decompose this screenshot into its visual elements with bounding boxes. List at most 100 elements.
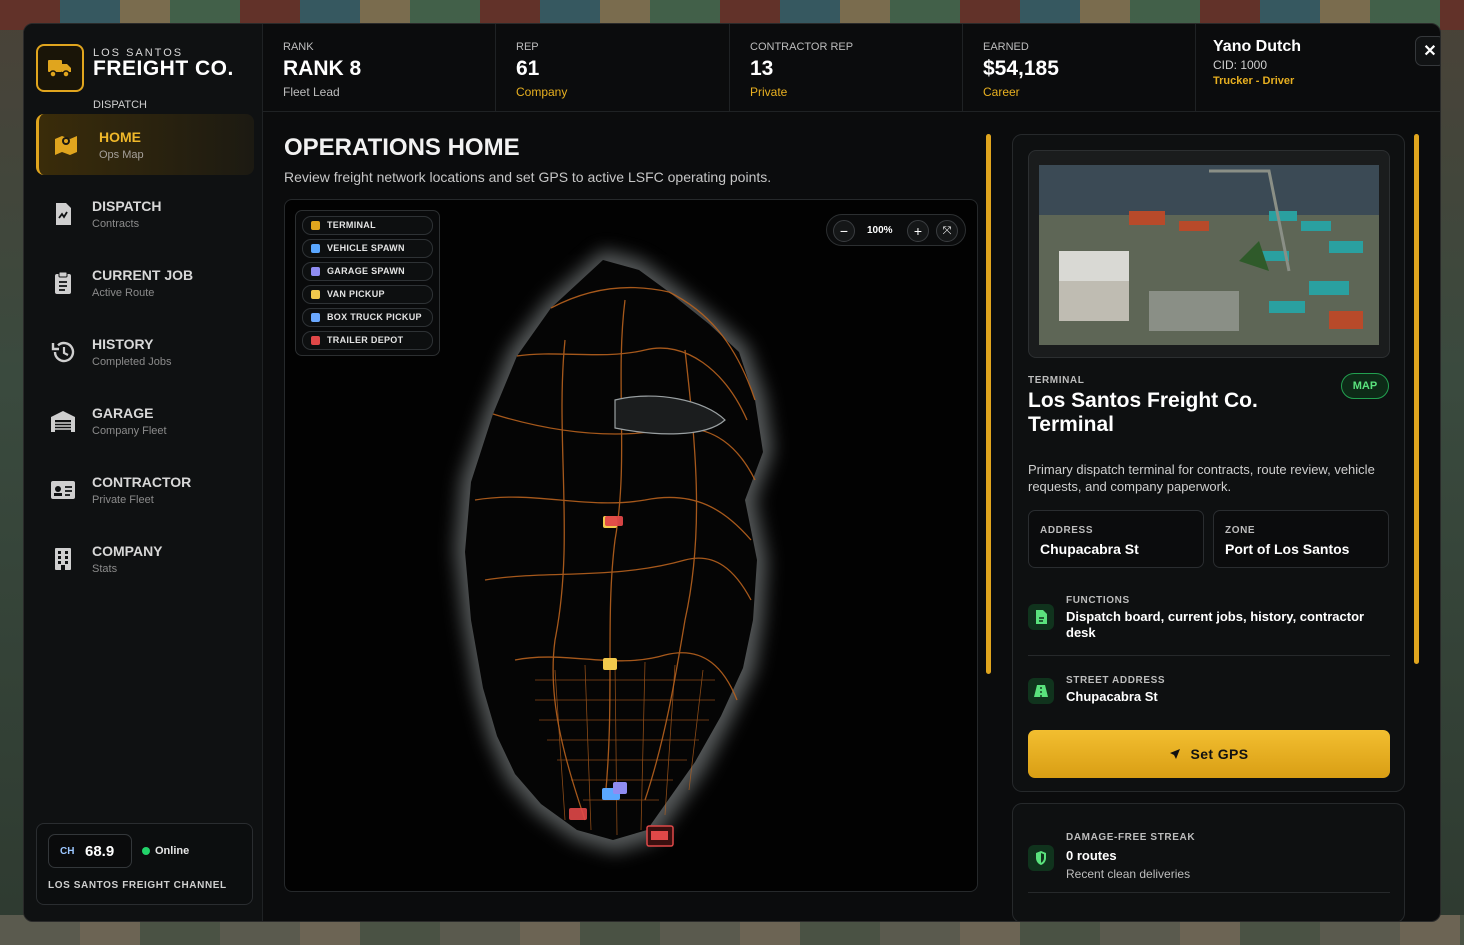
legend-label: BOX TRUCK PICKUP [327, 312, 422, 322]
divider [1028, 892, 1390, 893]
shield-icon [1028, 845, 1054, 871]
zoom-level: 100% [867, 225, 893, 236]
sidebar-item-garage[interactable]: GARAGE Company Fleet [36, 390, 254, 451]
legend-label: GARAGE SPAWN [327, 266, 405, 276]
stats-bar: RANK RANK 8 Fleet Lead REP 61 Company CO… [263, 24, 1440, 112]
functions-row: FUNCTIONS Dispatch board, current jobs, … [1028, 593, 1390, 653]
legend-label: VAN PICKUP [327, 289, 385, 299]
legend-trailer-depot[interactable]: TRAILER DEPOT [302, 331, 433, 350]
stat-value: 61 [516, 57, 540, 80]
sidebar-item-contractor[interactable]: CONTRACTOR Private Fleet [36, 459, 254, 520]
sidebar-item-home[interactable]: HOME Ops Map [36, 114, 254, 175]
terminal-label: TERMINAL [1028, 375, 1085, 386]
street-row: STREET ADDRESS Chupacabra St [1028, 673, 1390, 713]
sidebar-item-history[interactable]: HISTORY Completed Jobs [36, 321, 254, 382]
page-title: OPERATIONS HOME [284, 134, 520, 161]
sidebar-item-label: CURRENT JOB [92, 267, 194, 283]
document-icon [1028, 604, 1054, 630]
zone-box: ZONE Port of Los Santos [1213, 510, 1389, 568]
truck-icon [311, 313, 320, 322]
sidebar-item-sub: Active Route [92, 287, 155, 299]
ops-map[interactable]: TERMINAL VEHICLE SPAWN GARAGE SPAWN VAN … [284, 199, 978, 892]
legend-label: TRAILER DEPOT [327, 335, 404, 345]
address-value: Chupacabra St [1040, 541, 1139, 557]
sidebar-item-label: HOME [99, 129, 141, 145]
brand-name: FREIGHT CO. [93, 57, 234, 80]
stat-sub: Fleet Lead [283, 85, 340, 99]
legend-garage-spawn[interactable]: GARAGE SPAWN [302, 262, 433, 281]
navigation-arrow-icon [1170, 749, 1181, 759]
channel-box: CH 68.9 [48, 834, 132, 868]
sidebar-item-current-job[interactable]: CURRENT JOB Active Route [36, 252, 254, 313]
stat-sub: Career [983, 85, 1020, 99]
streak-value: 0 routes [1066, 848, 1117, 863]
zone-value: Port of Los Santos [1225, 541, 1350, 557]
stat-label: EARNED [983, 41, 1029, 53]
sidebar-item-label: DISPATCH [92, 198, 162, 214]
stat-rep: REP 61 Company [496, 24, 730, 112]
address-box: ADDRESS Chupacabra St [1028, 510, 1204, 568]
legend-vehicle-spawn[interactable]: VEHICLE SPAWN [302, 239, 433, 258]
road-icon [1028, 678, 1054, 704]
terminal-icon [311, 221, 320, 230]
brand-sub: DISPATCH [93, 99, 147, 111]
sidebar-item-sub: Stats [92, 563, 118, 575]
online-status-text: Online [155, 845, 190, 857]
zone-label: ZONE [1225, 525, 1256, 536]
legend-van-pickup[interactable]: VAN PICKUP [302, 285, 433, 304]
streak-row: DAMAGE-FREE STREAK 0 routes Recent clean… [1028, 830, 1390, 890]
sidebar-item-label: COMPANY [92, 543, 163, 559]
sidebar-item-sub: Company Fleet [92, 425, 167, 437]
zoom-in-button[interactable]: + [907, 220, 929, 242]
online-status-dot [142, 847, 150, 855]
address-label: ADDRESS [1040, 525, 1094, 536]
set-gps-button[interactable]: Set GPS [1028, 730, 1390, 778]
legend-box-truck-pickup[interactable]: BOX TRUCK PICKUP [302, 308, 433, 327]
stat-value: RANK 8 [283, 57, 362, 80]
legend-label: TERMINAL [327, 220, 376, 230]
terminal-photo [1028, 150, 1390, 358]
zoom-controls: − 100% + ⤧ [826, 214, 966, 246]
channel-name: LOS SANTOS FREIGHT CHANNEL [48, 880, 227, 891]
garage-icon [51, 411, 75, 432]
zoom-out-button[interactable]: − [833, 220, 855, 242]
sidebar-item-company[interactable]: COMPANY Stats [36, 528, 254, 589]
brand: LOS SANTOS FREIGHT CO. DISPATCH [36, 44, 251, 111]
sidebar-item-sub: Ops Map [99, 149, 144, 161]
map-scrollbar[interactable] [986, 134, 991, 674]
building-icon [55, 548, 71, 570]
functions-label: FUNCTIONS [1066, 595, 1130, 606]
stat-sub: Private [750, 85, 788, 99]
panel-scrollbar[interactable] [1414, 134, 1419, 664]
stat-value: $54,185 [983, 57, 1059, 80]
sidebar-item-dispatch[interactable]: DISPATCH Contracts [36, 183, 254, 244]
map-badge-button[interactable]: MAP [1341, 373, 1389, 399]
fit-map-button[interactable]: ⤧ [936, 220, 958, 242]
garage-icon [311, 267, 320, 276]
divider [1028, 655, 1390, 656]
terminal-description: Primary dispatch terminal for contracts,… [1028, 462, 1375, 494]
stat-label: CONTRACTOR REP [750, 41, 854, 53]
user-name: Yano Dutch [1213, 38, 1302, 55]
legend-terminal[interactable]: TERMINAL [302, 216, 433, 235]
sidebar-item-sub: Private Fleet [92, 494, 154, 506]
radio-channel[interactable]: CH 68.9 Online LOS SANTOS FREIGHT CHANNE… [36, 823, 253, 905]
app-window: LOS SANTOS FREIGHT CO. DISPATCH HOME Ops… [23, 23, 1441, 922]
user-role: Trucker - Driver [1213, 75, 1295, 87]
channel-tag: CH [60, 846, 75, 857]
functions-value: Dispatch board, current jobs, history, c… [1066, 609, 1365, 640]
stat-label: RANK [283, 41, 314, 53]
truck-icon [36, 44, 84, 92]
history-icon [51, 341, 75, 363]
page-description: Review freight network locations and set… [284, 169, 772, 185]
sidebar: LOS SANTOS FREIGHT CO. DISPATCH HOME Ops… [24, 24, 263, 921]
street-label: STREET ADDRESS [1066, 675, 1166, 686]
stat-sub: Company [516, 85, 568, 99]
close-button[interactable]: ✕ [1415, 36, 1440, 66]
channel-value: 68.9 [85, 843, 115, 860]
document-icon [56, 203, 71, 225]
sidebar-item-label: HISTORY [92, 336, 154, 352]
street-value: Chupacabra St [1066, 689, 1158, 704]
map-icon [55, 136, 77, 155]
sidebar-item-sub: Contracts [92, 218, 140, 230]
